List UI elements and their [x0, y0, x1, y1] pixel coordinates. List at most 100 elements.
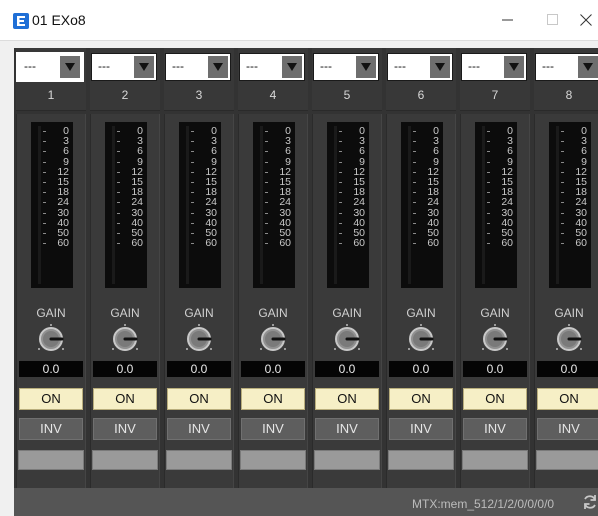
select-value: ---: [542, 59, 554, 73]
channel-name-field[interactable]: [314, 450, 380, 470]
channel-input-select[interactable]: ---: [91, 53, 157, 81]
channel-controls: 0 3 6 9 12 15 18 24 30 40 50 60 GAIN 0.0 ON INV: [312, 114, 382, 488]
dropdown-arrow-button[interactable]: [356, 56, 376, 78]
meter-tick: [413, 181, 416, 183]
meter-tick: [265, 131, 268, 132]
inv-button[interactable]: INV: [241, 418, 305, 440]
gain-value-display[interactable]: 0.0: [167, 361, 231, 377]
level-meter: 0 3 6 9 12 15 18 24 30 40 50 60: [179, 122, 221, 288]
channel-input-select[interactable]: ---: [387, 53, 453, 81]
meter-tick: [561, 161, 564, 163]
on-button[interactable]: ON: [93, 388, 157, 410]
dropdown-arrow-button[interactable]: [134, 56, 154, 78]
gain-value-display[interactable]: 0.0: [315, 361, 379, 377]
inv-button[interactable]: INV: [19, 418, 83, 440]
channel-name-field[interactable]: [536, 450, 598, 470]
gain-label: GAIN: [480, 306, 510, 320]
refresh-icon[interactable]: [582, 494, 598, 510]
channel-input-select[interactable]: ---: [165, 53, 231, 81]
meter-tick: [561, 141, 564, 143]
inv-button[interactable]: INV: [389, 418, 453, 440]
meter-tick: [339, 171, 342, 173]
minimize-button[interactable]: [486, 0, 530, 40]
level-meter: 0 3 6 9 12 15 18 24 30 40 50 60: [401, 122, 443, 288]
meter-tick: [191, 181, 194, 183]
meter-tick: [191, 131, 194, 132]
chevron-down-icon: [361, 63, 371, 71]
channel-strip-3: --- 3 0 3 6 9 12 15 18 24 30 40 50 60 GAIN: [162, 48, 234, 488]
on-button[interactable]: ON: [241, 388, 305, 410]
channel-name-field[interactable]: [18, 450, 84, 470]
meter-tick: [487, 243, 490, 245]
channel-name-field[interactable]: [462, 450, 528, 470]
meter-tick: [265, 161, 268, 163]
gain-value-display[interactable]: 0.0: [93, 361, 157, 377]
channel-controls: 0 3 6 9 12 15 18 24 30 40 50 60 GAIN 0.0 ON INV: [238, 114, 308, 488]
meter-scale: 0 3 6 9 12 15 18 24 30 40 50 60: [561, 126, 587, 248]
dropdown-arrow-button[interactable]: [578, 56, 598, 78]
channel-header: --- 2: [90, 48, 160, 111]
meter-tick: [117, 222, 120, 224]
dropdown-arrow-button[interactable]: [282, 56, 302, 78]
meter-tick: [43, 222, 46, 224]
channel-input-select[interactable]: ---: [461, 53, 527, 81]
gain-value-display[interactable]: 0.0: [389, 361, 453, 377]
gain-value-display[interactable]: 0.0: [537, 361, 598, 377]
gain-knob[interactable]: [34, 322, 68, 356]
channel-header: --- 4: [238, 48, 308, 111]
meter-tick: [339, 151, 342, 153]
inv-button[interactable]: INV: [463, 418, 527, 440]
meter-scale: 0 3 6 9 12 15 18 24 30 40 50 60: [117, 126, 143, 248]
inv-button[interactable]: INV: [167, 418, 231, 440]
dropdown-arrow-button[interactable]: [430, 56, 450, 78]
meter-scale-label: 60: [413, 238, 439, 248]
channel-strip-4: --- 4 0 3 6 9 12 15 18 24 30 40 50 60 GAIN: [236, 48, 308, 488]
level-meter: 0 3 6 9 12 15 18 24 30 40 50 60: [549, 122, 591, 288]
dropdown-arrow-button[interactable]: [60, 56, 80, 78]
chevron-down-icon: [139, 63, 149, 71]
channel-name-field[interactable]: [240, 450, 306, 470]
gain-knob[interactable]: [256, 322, 290, 356]
chevron-down-icon: [65, 63, 75, 71]
gain-value-display[interactable]: 0.0: [241, 361, 305, 377]
channel-input-select[interactable]: ---: [239, 53, 305, 81]
channel-input-select[interactable]: ---: [535, 53, 598, 81]
gain-knob[interactable]: [552, 322, 586, 356]
channel-input-select[interactable]: ---: [16, 52, 84, 82]
gain-value-display[interactable]: 0.0: [463, 361, 527, 377]
channel-strip-6: --- 6 0 3 6 9 12 15 18 24 30 40 50 60 GAIN: [384, 48, 456, 488]
inv-button[interactable]: INV: [93, 418, 157, 440]
chevron-down-icon: [583, 63, 593, 71]
on-button[interactable]: ON: [463, 388, 527, 410]
on-button[interactable]: ON: [315, 388, 379, 410]
meter-scale-value: 60: [501, 237, 513, 250]
on-button[interactable]: ON: [537, 388, 598, 410]
gain-knob[interactable]: [182, 322, 216, 356]
dropdown-arrow-button[interactable]: [208, 56, 228, 78]
gain-value-display[interactable]: 0.0: [19, 361, 83, 377]
close-button[interactable]: [564, 0, 598, 40]
gain-knob[interactable]: [108, 322, 142, 356]
channel-name-field[interactable]: [166, 450, 232, 470]
gain-knob[interactable]: [478, 322, 512, 356]
meter-tick: [339, 131, 342, 132]
inv-button[interactable]: INV: [315, 418, 379, 440]
meter-tick: [413, 202, 416, 204]
meter-tick: [265, 151, 268, 153]
channel-name-field[interactable]: [388, 450, 454, 470]
on-button[interactable]: ON: [167, 388, 231, 410]
meter-tick: [265, 202, 268, 204]
meter-tick: [43, 171, 46, 173]
on-button[interactable]: ON: [389, 388, 453, 410]
gain-knob[interactable]: [330, 322, 364, 356]
dropdown-arrow-button[interactable]: [504, 56, 524, 78]
inv-button[interactable]: INV: [537, 418, 598, 440]
meter-tick: [43, 181, 46, 183]
channel-number: 6: [417, 88, 425, 102]
on-button[interactable]: ON: [19, 388, 83, 410]
gain-knob[interactable]: [404, 322, 438, 356]
channel-name-field[interactable]: [92, 450, 158, 470]
meter-tick: [561, 202, 564, 204]
meter-scale-label: 60: [43, 238, 69, 248]
channel-input-select[interactable]: ---: [313, 53, 379, 81]
